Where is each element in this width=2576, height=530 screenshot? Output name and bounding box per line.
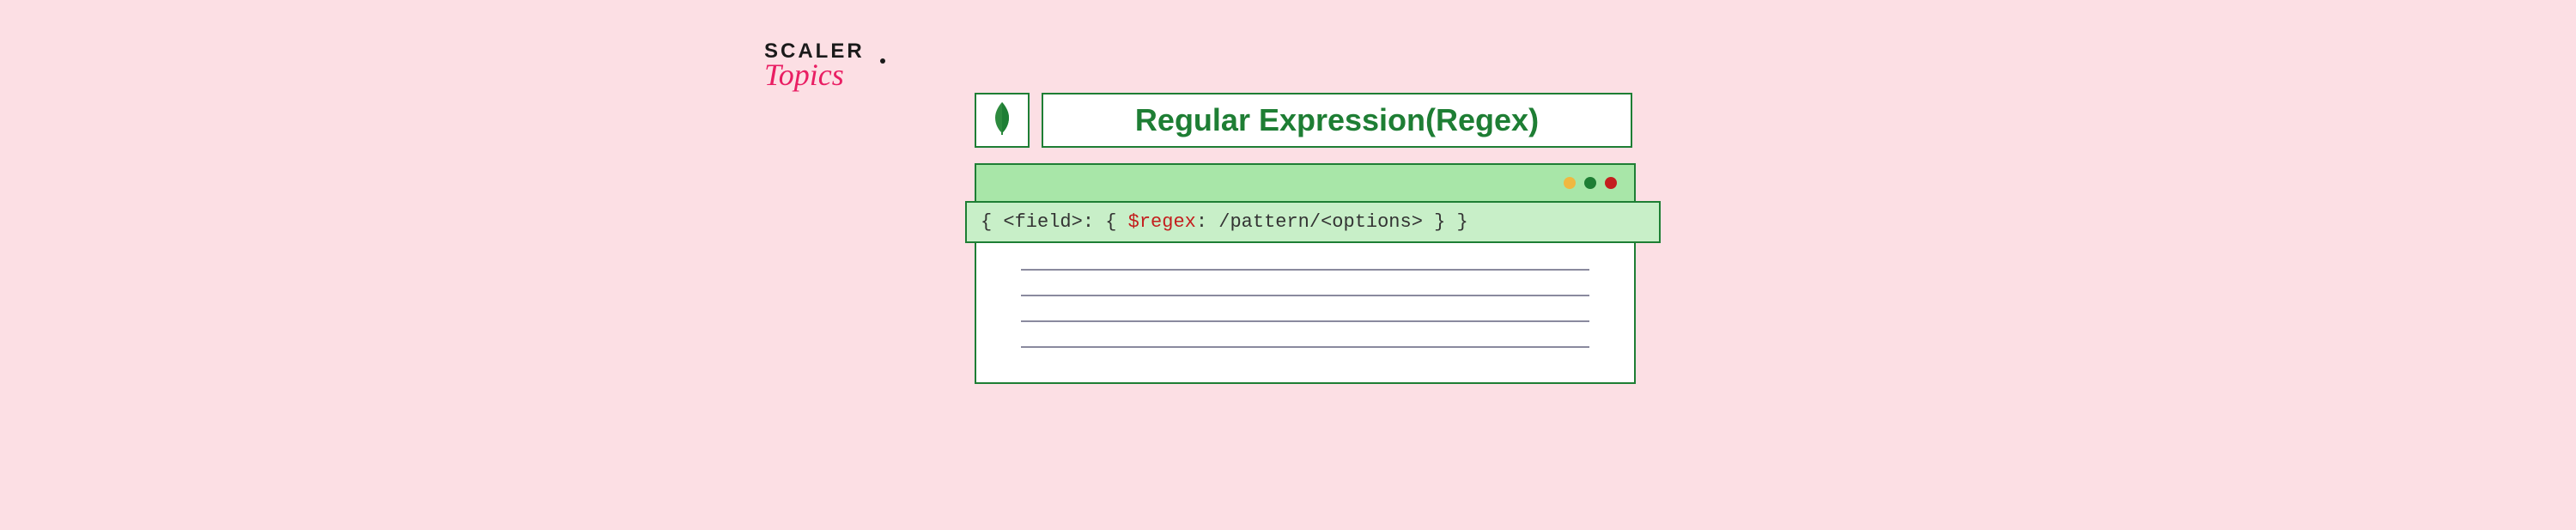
code-pattern: /pattern/<options> [1218,211,1423,233]
window-close-icon [1605,177,1617,189]
content-placeholder-area [976,243,1634,382]
title-box: Regular Expression(Regex) [1042,93,1632,148]
code-sep2: : [1196,211,1218,233]
code-open: { [981,211,1003,233]
code-close: } } [1423,211,1468,233]
placeholder-line [1021,320,1589,322]
main-content: Regular Expression(Regex) { <field>: { $… [975,93,1636,384]
placeholder-line [1021,346,1589,348]
code-example: { <field>: { $regex: /pattern/<options> … [965,201,1661,243]
scaler-topics-logo: SCALER Topics [764,40,865,93]
code-field: <field> [1003,211,1082,233]
window-minimize-icon [1564,177,1576,189]
header-row: Regular Expression(Regex) [975,93,1636,148]
browser-window: { <field>: { $regex: /pattern/<options> … [975,163,1636,384]
code-sep1: : { [1083,211,1128,233]
placeholder-line [1021,295,1589,296]
browser-titlebar [976,165,1634,201]
page-title: Regular Expression(Regex) [1135,102,1539,138]
mongodb-icon-box [975,93,1030,148]
window-maximize-icon [1584,177,1596,189]
logo-line-2: Topics [764,57,865,93]
code-regex-operator: $regex [1128,211,1196,233]
placeholder-line [1021,269,1589,271]
mongodb-leaf-icon [992,101,1012,141]
